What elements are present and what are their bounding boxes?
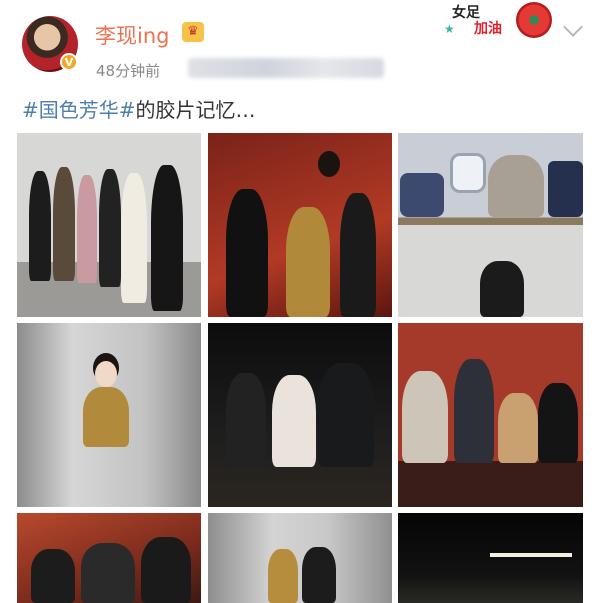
post-time: 48分钟前 — [96, 62, 161, 80]
photo-figure — [151, 165, 183, 311]
post-text: #国色芳华#的胶片记忆… — [22, 94, 256, 123]
photo-figure — [480, 261, 524, 317]
photo-figure — [272, 375, 316, 467]
photo-figure — [31, 549, 75, 603]
photo-1[interactable] — [17, 133, 201, 317]
photo-figure — [402, 371, 448, 463]
photo-figure — [450, 153, 486, 193]
photo-8[interactable] — [208, 513, 392, 603]
flower-icon — [516, 2, 552, 38]
photo-figure — [81, 543, 135, 603]
photo-figure — [488, 155, 544, 217]
photo-figure — [77, 175, 97, 283]
photo-6[interactable] — [398, 323, 583, 507]
photo-9[interactable] — [398, 513, 583, 603]
photo-figure — [302, 547, 336, 603]
blurred-source — [188, 58, 384, 78]
star-icon: ★ — [444, 22, 455, 36]
chevron-down-icon[interactable] — [563, 17, 583, 37]
light-strip — [490, 553, 572, 557]
photo-2[interactable] — [208, 133, 392, 317]
photo-figure — [400, 173, 444, 217]
photo-figure — [141, 537, 191, 603]
photo-head — [95, 361, 117, 387]
photo-figure — [83, 387, 129, 447]
photo-figure — [340, 193, 376, 317]
photo-figure — [268, 549, 298, 603]
photo-figure — [121, 173, 147, 303]
photo-7[interactable] — [17, 513, 201, 603]
photo-figure — [454, 359, 494, 463]
photo-3[interactable] — [398, 133, 583, 317]
photo-figure — [226, 189, 268, 317]
photo-figure — [29, 171, 51, 281]
photo-head — [318, 151, 340, 177]
photo-figure — [99, 169, 121, 287]
post-body: 的胶片记忆… — [135, 98, 256, 122]
photo-5[interactable] — [208, 323, 392, 507]
hashtag-link[interactable]: #国色芳华# — [22, 98, 136, 122]
verified-badge-icon: V — [60, 53, 78, 71]
photo-figure — [53, 167, 75, 281]
photo-figure — [226, 373, 266, 467]
username[interactable]: 李现ing — [95, 20, 169, 50]
photo-figure — [538, 383, 578, 463]
crown-icon: ♛ — [182, 22, 204, 42]
post-header: V 李现ing ♛ 48分钟前 女足 加油 ★ — [0, 0, 600, 88]
photo-4[interactable] — [17, 323, 201, 507]
sticker-line-2: 加油 — [474, 21, 502, 37]
photo-grid — [17, 133, 583, 603]
photo-figure — [548, 161, 583, 217]
photo-figure — [286, 207, 330, 317]
photo-figure — [318, 363, 374, 467]
photo-figure — [498, 393, 538, 463]
sticker: 女足 加油 ★ — [440, 0, 560, 42]
